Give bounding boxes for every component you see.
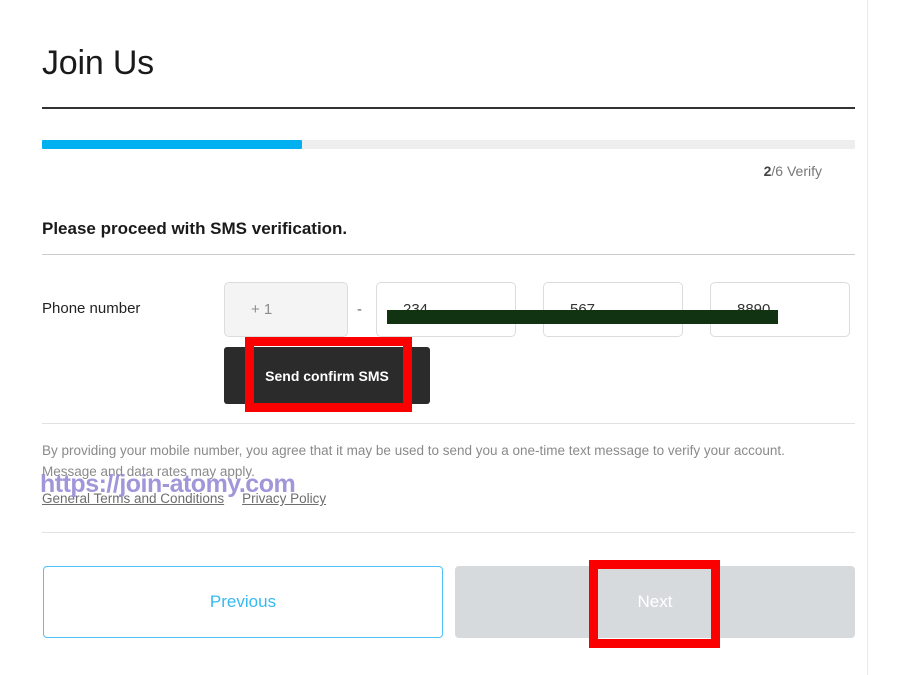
section-heading: Please proceed with SMS verification. <box>42 219 348 238</box>
title-divider <box>42 107 855 109</box>
phone-number-label: Phone number <box>42 300 141 317</box>
phone-separator-dash: - <box>357 301 362 318</box>
progress-bar-fill <box>42 140 303 149</box>
step-total: /6 Verify <box>771 163 822 179</box>
legal-disclaimer-text: By providing your mobile number, you agr… <box>42 443 785 479</box>
legal-links: General Terms and Conditions Privacy Poli… <box>42 491 344 506</box>
phone-redaction-bar <box>387 310 778 324</box>
page-title: Join Us <box>42 44 154 82</box>
next-button[interactable]: Next <box>455 566 855 638</box>
heading-divider <box>42 254 855 255</box>
step-indicator: 2/6 Verify <box>764 163 822 179</box>
progress-bar-track <box>42 140 855 149</box>
privacy-policy-link[interactable]: Privacy Policy <box>242 491 326 506</box>
sms-section-divider <box>42 423 855 424</box>
content-sheet: Join Us 2/6 Verify Please proceed with S… <box>0 0 868 675</box>
page-gutter <box>869 0 900 675</box>
nav-divider <box>42 532 855 533</box>
previous-button[interactable]: Previous <box>43 566 443 638</box>
general-terms-link[interactable]: General Terms and Conditions <box>42 491 224 506</box>
send-confirm-sms-button[interactable]: Send confirm SMS <box>224 347 430 404</box>
phone-country-code-field[interactable]: + 1 <box>224 282 348 337</box>
page-root: Join Us 2/6 Verify Please proceed with S… <box>0 0 900 675</box>
